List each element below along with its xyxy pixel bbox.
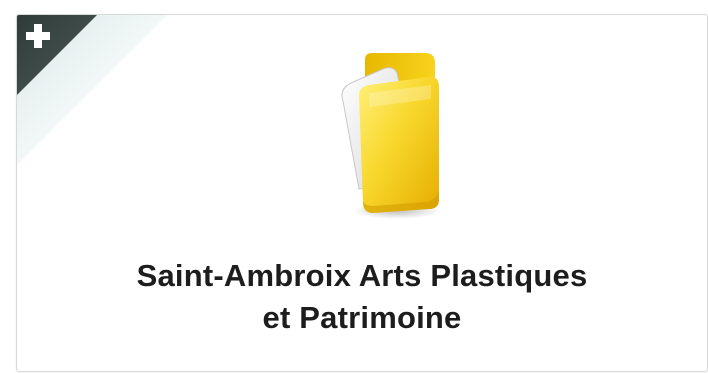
folder-title[interactable]: Saint-Ambroix Arts Plastiques et Patrimo… [17,255,707,339]
folder-icon [329,51,449,221]
folder-title-line1: Saint-Ambroix Arts Plastiques [136,258,588,293]
folder-title-line2: et Patrimoine [262,300,462,335]
folder-tile[interactable]: Saint-Ambroix Arts Plastiques et Patrimo… [16,14,708,372]
plus-icon[interactable] [23,21,53,51]
